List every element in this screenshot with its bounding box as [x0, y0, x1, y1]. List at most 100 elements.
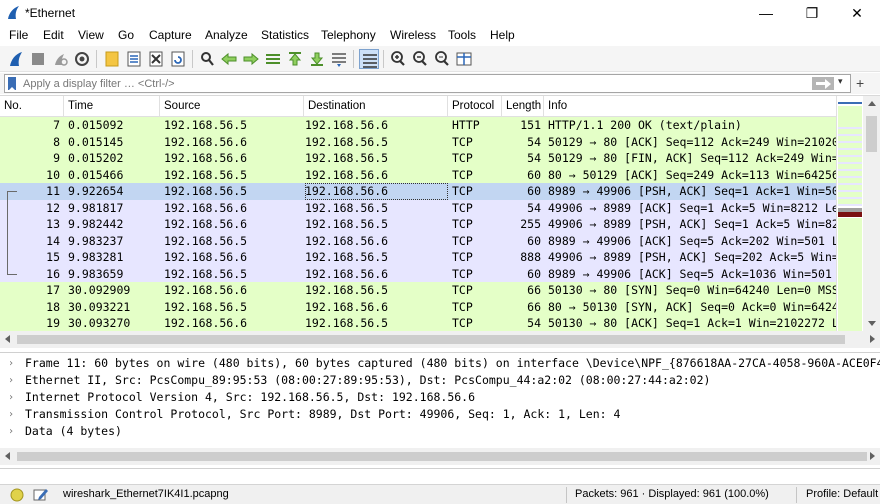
menu-view[interactable]: View	[78, 28, 104, 42]
open-file-icon[interactable]	[102, 49, 122, 69]
find-packet-icon[interactable]	[197, 49, 217, 69]
packet-row[interactable]: 17 30.092909 192.168.56.6 192.168.56.5 TCP 66…	[0, 282, 836, 299]
restart-icon[interactable]	[50, 49, 70, 69]
packet-list-vertical-scrollbar[interactable]	[863, 96, 880, 331]
cell-length: 54	[527, 200, 541, 215]
display-filter-input[interactable]	[23, 77, 783, 91]
go-first-icon[interactable]	[285, 49, 305, 69]
save-file-icon[interactable]	[124, 49, 144, 69]
cell-info: 80 → 50130 [SYN, ACK] Seq=0 Ack=0 Win=64…	[548, 299, 836, 314]
column-header-source[interactable]: Source	[160, 96, 304, 117]
cell-no: 17	[46, 283, 60, 297]
packet-row[interactable]: 13 9.982442 192.168.56.6 192.168.56.5 TCP 255…	[0, 216, 836, 233]
packet-row[interactable]: 12 9.981817 192.168.56.6 192.168.56.5 TCP 54 4…	[0, 199, 836, 216]
packet-row[interactable]: 10 0.015466 192.168.56.5 192.168.56.6 TCP 60 8…	[0, 166, 836, 183]
cell-no: 15	[46, 250, 60, 264]
menu-go[interactable]: Go	[118, 28, 134, 42]
expand-chevron-icon[interactable]: ›	[8, 372, 14, 389]
cell-length: 60	[527, 167, 541, 182]
expand-chevron-icon[interactable]: ›	[8, 355, 14, 372]
column-header-info[interactable]: Info	[544, 96, 836, 117]
cell-no: 9	[53, 151, 60, 165]
zoom-normal-icon[interactable]	[432, 49, 452, 69]
shark-fin-start-icon[interactable]	[6, 49, 26, 69]
conversation-bracket-start	[7, 191, 17, 192]
cell-protocol: TCP	[452, 200, 473, 215]
cell-length: 888	[520, 250, 541, 264]
cell-time: 9.982442	[68, 217, 124, 231]
reload-icon[interactable]	[168, 49, 188, 69]
packet-list-horizontal-scrollbar[interactable]	[0, 331, 880, 348]
filter-history-dropdown[interactable]: ▾	[838, 76, 843, 87]
cell-no: 18	[46, 299, 60, 314]
options-gear-icon[interactable]	[72, 49, 92, 69]
packet-minimap[interactable]	[836, 96, 863, 331]
cell-source: 192.168.56.5	[164, 184, 248, 198]
packet-row[interactable]: 8 0.015145 192.168.56.6 192.168.56.5 TCP 54 50…	[0, 133, 836, 150]
column-header-time[interactable]: Time	[64, 96, 160, 117]
menu-tools[interactable]: Tools	[448, 28, 476, 42]
menu-wireless[interactable]: Wireless	[390, 28, 436, 42]
scroll-thumb[interactable]	[17, 452, 867, 461]
packet-row[interactable]: 11 9.922654 192.168.56.5 192.168.56.6 TCP 60 8…	[0, 183, 836, 200]
expand-chevron-icon[interactable]: ›	[8, 389, 14, 406]
column-header-protocol[interactable]: Protocol	[448, 96, 502, 117]
add-filter-button[interactable]: +	[856, 75, 864, 91]
scroll-thumb[interactable]	[866, 116, 877, 152]
packet-row[interactable]: 9 0.015202 192.168.56.6 192.168.56.5 TCP 54 50…	[0, 150, 836, 167]
column-header-length[interactable]: Length	[502, 96, 544, 117]
expand-chevron-icon[interactable]: ›	[8, 423, 14, 440]
cell-length: 66	[527, 299, 541, 314]
expert-info-icon[interactable]	[10, 488, 24, 504]
packet-rows: 7 0.015092 192.168.56.5 192.168.56.6 HTTP 151…	[0, 117, 836, 331]
go-to-packet-icon[interactable]	[263, 49, 283, 69]
scroll-right-icon[interactable]	[870, 335, 875, 343]
scroll-right-icon[interactable]	[870, 452, 875, 460]
close-file-icon[interactable]	[146, 49, 166, 69]
scroll-left-icon[interactable]	[5, 452, 10, 460]
packet-row[interactable]: 19 30.093270 192.168.56.6 192.168.56.5 TCP 54…	[0, 315, 836, 331]
column-header-destination[interactable]: Destination	[304, 96, 448, 117]
colorize-icon[interactable]	[359, 49, 379, 69]
menu-edit[interactable]: Edit	[43, 28, 64, 42]
scroll-up-icon[interactable]	[868, 101, 876, 106]
go-forward-icon[interactable]	[241, 49, 261, 69]
go-back-icon[interactable]	[219, 49, 239, 69]
packet-row[interactable]: 16 9.983659 192.168.56.5 192.168.56.6 TCP 60 8…	[0, 265, 836, 282]
cell-source: 192.168.56.6	[164, 250, 248, 264]
scroll-thumb[interactable]	[17, 335, 845, 344]
resize-columns-icon[interactable]	[454, 49, 474, 69]
window-title: *Ethernet	[25, 6, 76, 20]
packet-bytes-pane[interactable]	[0, 468, 880, 481]
minimize-button[interactable]: —	[743, 0, 789, 26]
menu-statistics[interactable]: Statistics	[261, 28, 309, 42]
menu-telephony[interactable]: Telephony	[321, 28, 376, 42]
menu-analyze[interactable]: Analyze	[205, 28, 248, 42]
cell-time: 0.015092	[68, 118, 124, 132]
scroll-left-icon[interactable]	[5, 335, 10, 343]
stop-icon[interactable]	[28, 49, 48, 69]
go-last-icon[interactable]	[307, 49, 327, 69]
packet-row[interactable]: 14 9.983237 192.168.56.5 192.168.56.6 TCP 60 8…	[0, 232, 836, 249]
close-button[interactable]: ✕	[834, 0, 880, 26]
zoom-out-icon[interactable]	[410, 49, 430, 69]
column-header-no[interactable]: No.	[0, 96, 64, 117]
maximize-button[interactable]: ❐	[789, 0, 835, 26]
profile-label[interactable]: Profile: Default	[806, 488, 878, 500]
zoom-in-icon[interactable]	[388, 49, 408, 69]
menu-capture[interactable]: Capture	[149, 28, 192, 42]
bookmark-icon[interactable]	[8, 77, 16, 91]
details-horizontal-scrollbar[interactable]	[0, 448, 880, 465]
packet-row[interactable]: 18 30.093221 192.168.56.5 192.168.56.6 TCP 66…	[0, 298, 836, 315]
autoscroll-icon[interactable]	[329, 49, 349, 69]
apply-filter-arrow-icon[interactable]	[812, 77, 834, 90]
expand-chevron-icon[interactable]: ›	[8, 406, 14, 423]
cell-protocol: TCP	[452, 283, 473, 297]
packet-row[interactable]: 15 9.983281 192.168.56.6 192.168.56.5 TCP 888…	[0, 249, 836, 266]
menu-file[interactable]: File	[9, 28, 28, 42]
scroll-down-icon[interactable]	[868, 321, 876, 326]
capture-comment-icon[interactable]	[33, 487, 49, 504]
packet-count: Packets: 961 · Displayed: 961 (100.0%)	[575, 488, 769, 500]
menu-help[interactable]: Help	[490, 28, 515, 42]
packet-row[interactable]: 7 0.015092 192.168.56.5 192.168.56.6 HTTP 151…	[0, 117, 836, 134]
